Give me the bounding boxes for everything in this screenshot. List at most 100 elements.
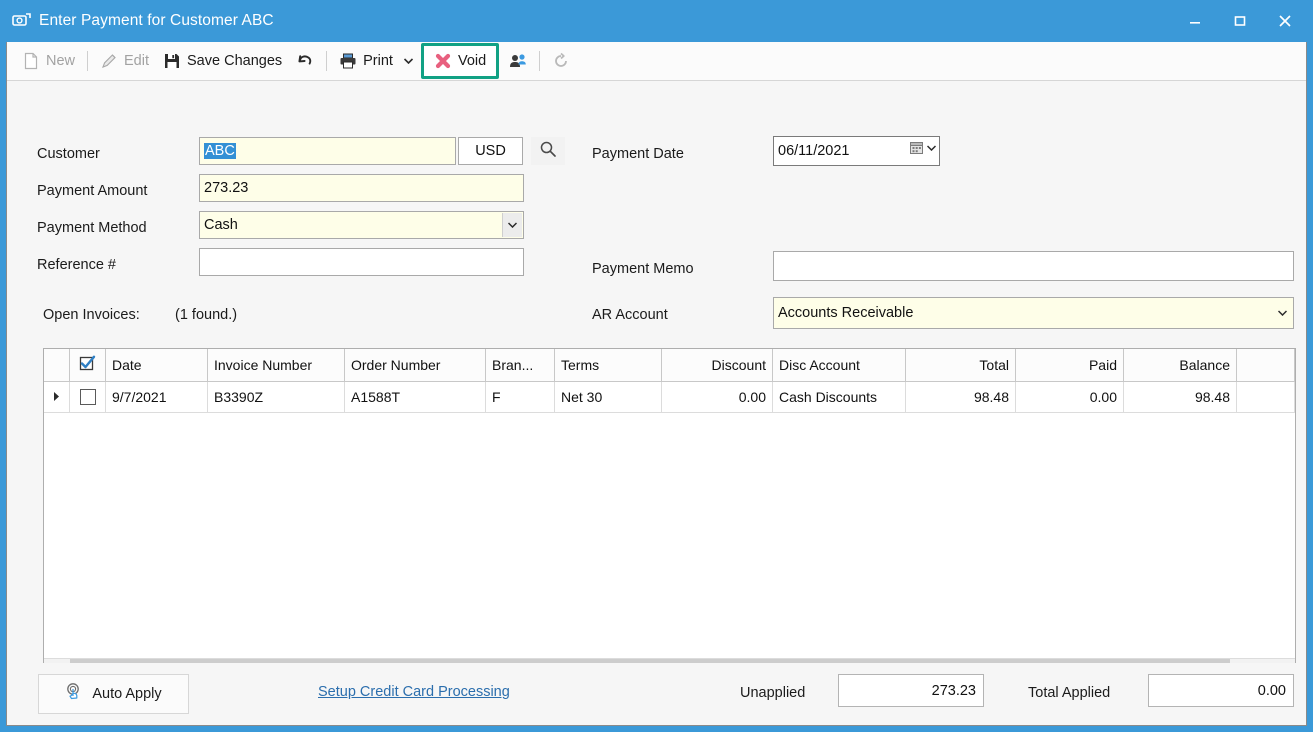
grid-header-order_number[interactable]: Order Number bbox=[345, 349, 486, 381]
edit-button-label: Edit bbox=[124, 53, 150, 69]
customer-button[interactable] bbox=[502, 47, 534, 75]
payment-amount-value: 273.23 bbox=[204, 180, 249, 196]
grid-cell-check[interactable] bbox=[70, 382, 106, 412]
application-window: Enter Payment for Customer ABC New Edit … bbox=[0, 0, 1313, 732]
payment-memo-input[interactable] bbox=[773, 251, 1294, 281]
auto-apply-button[interactable]: Auto Apply bbox=[38, 674, 189, 714]
unapplied-value-field[interactable]: 273.23 bbox=[838, 674, 984, 707]
footer-bar: Auto Apply Setup Credit Card Processing … bbox=[7, 663, 1306, 725]
payment-amount-input[interactable]: 273.23 bbox=[199, 174, 524, 202]
grid-header-invoice_number[interactable]: Invoice Number bbox=[208, 349, 345, 381]
grid-cell-indicator bbox=[44, 382, 70, 412]
grid-header-discount[interactable]: Discount bbox=[662, 349, 773, 381]
new-button-label: New bbox=[46, 53, 76, 69]
table-row[interactable]: 9/7/2021 B3390Z A1588T F Net 30 0.00 Cash Disc… bbox=[44, 382, 1295, 413]
payment-method-chevron-down-icon[interactable] bbox=[502, 213, 522, 237]
grid-cell-total: 98.48 bbox=[906, 382, 1016, 412]
open-invoices-grid: Date Invoice Number Order Number Bran... Ter… bbox=[43, 348, 1296, 693]
grid-header-branch[interactable]: Bran... bbox=[486, 349, 555, 381]
refresh-icon bbox=[552, 52, 570, 70]
grid-header-terms[interactable]: Terms bbox=[555, 349, 662, 381]
cash-payment-icon bbox=[12, 12, 32, 30]
grid-header-spacer[interactable] bbox=[1237, 349, 1295, 381]
edit-button[interactable]: Edit bbox=[93, 47, 156, 75]
toolbar-separator-3 bbox=[539, 51, 541, 71]
customer-input-value: ABC bbox=[204, 143, 236, 159]
grid-header-date[interactable]: Date bbox=[106, 349, 208, 381]
grid-cell-balance: 98.48 bbox=[1124, 382, 1237, 412]
undo-icon bbox=[296, 52, 314, 70]
setup-credit-card-processing-link[interactable]: Setup Credit Card Processing bbox=[318, 684, 510, 700]
grid-cell-discount: 0.00 bbox=[662, 382, 773, 412]
check-all-icon[interactable] bbox=[79, 355, 96, 375]
void-x-icon bbox=[434, 52, 452, 70]
customer-label: Customer bbox=[37, 146, 100, 162]
customer-icon bbox=[509, 52, 527, 70]
title-bar[interactable]: Enter Payment for Customer ABC bbox=[6, 0, 1307, 42]
reference-input[interactable] bbox=[199, 248, 524, 276]
payment-amount-label: Payment Amount bbox=[37, 183, 148, 199]
unapplied-value: 273.23 bbox=[931, 682, 976, 699]
save-changes-button[interactable]: Save Changes bbox=[156, 47, 289, 75]
grid-cell-order_number: A1588T bbox=[345, 382, 486, 412]
void-button-highlight: Void bbox=[420, 43, 500, 79]
grid-header-indicator[interactable] bbox=[44, 349, 70, 381]
total-applied-label: Total Applied bbox=[1028, 685, 1111, 701]
total-applied-value: 0.00 bbox=[1257, 682, 1286, 699]
hand-pointer-icon bbox=[65, 682, 85, 706]
minimize-icon[interactable] bbox=[1172, 0, 1217, 42]
calendar-icon[interactable] bbox=[909, 140, 936, 156]
grid-cell-branch: F bbox=[486, 382, 555, 412]
payment-date-value: 06/11/2021 bbox=[778, 143, 850, 159]
auto-apply-label: Auto Apply bbox=[92, 686, 162, 702]
grid-header-paid[interactable]: Paid bbox=[1016, 349, 1124, 381]
grid-cell-spacer bbox=[1237, 382, 1295, 412]
grid-cell-invoice_number: B3390Z bbox=[208, 382, 345, 412]
reference-label: Reference # bbox=[37, 257, 116, 273]
unapplied-label: Unapplied bbox=[740, 685, 806, 701]
row-checkbox[interactable] bbox=[79, 389, 96, 405]
payment-date-label: Payment Date bbox=[592, 146, 684, 162]
grid-cell-date: 9/7/2021 bbox=[106, 382, 208, 412]
new-button[interactable]: New bbox=[15, 47, 82, 75]
grid-header-total[interactable]: Total bbox=[906, 349, 1016, 381]
grid-header-balance[interactable]: Balance bbox=[1124, 349, 1237, 381]
customer-search-button[interactable] bbox=[531, 137, 565, 165]
grid-cell-disc_account: Cash Discounts bbox=[773, 382, 906, 412]
grid-cell-paid: 0.00 bbox=[1016, 382, 1124, 412]
customer-input[interactable]: ABC bbox=[199, 137, 456, 165]
void-button-label: Void bbox=[457, 53, 487, 69]
print-button[interactable]: Print bbox=[332, 47, 400, 75]
ar-account-chevron-down-icon[interactable] bbox=[1272, 299, 1292, 327]
refresh-button[interactable] bbox=[545, 47, 577, 75]
print-dropdown-chevron-down-icon[interactable] bbox=[400, 48, 418, 74]
currency-field[interactable]: USD bbox=[458, 137, 523, 165]
payment-method-label: Payment Method bbox=[37, 220, 147, 236]
grid-header-disc_account[interactable]: Disc Account bbox=[773, 349, 906, 381]
payment-date-input[interactable]: 06/11/2021 bbox=[773, 136, 940, 166]
toolbar-separator-2 bbox=[326, 51, 328, 71]
payment-memo-label: Payment Memo bbox=[592, 261, 694, 277]
grid-body: 9/7/2021 B3390Z A1588T F Net 30 0.00 Cash Disc… bbox=[44, 382, 1295, 659]
client-area: New Edit Save Changes Print Void Custome… bbox=[6, 42, 1307, 726]
ar-account-combo[interactable]: Accounts Receivable bbox=[773, 297, 1294, 329]
window-title: Enter Payment for Customer ABC bbox=[39, 12, 274, 29]
undo-button[interactable] bbox=[289, 47, 321, 75]
close-icon[interactable] bbox=[1262, 0, 1307, 42]
printer-icon bbox=[339, 52, 357, 70]
ar-account-value: Accounts Receivable bbox=[778, 305, 914, 321]
payment-method-combo[interactable]: Cash bbox=[199, 211, 524, 239]
total-applied-value-field[interactable]: 0.00 bbox=[1148, 674, 1294, 707]
grid-cell-terms: Net 30 bbox=[555, 382, 662, 412]
payment-method-value: Cash bbox=[204, 217, 238, 233]
maximize-icon[interactable] bbox=[1217, 0, 1262, 42]
save-disk-icon bbox=[163, 52, 181, 70]
void-button[interactable]: Void bbox=[426, 47, 494, 75]
row-selector-arrow-icon bbox=[52, 389, 61, 405]
new-document-icon bbox=[22, 52, 40, 70]
toolbar-separator bbox=[87, 51, 89, 71]
open-invoices-label: Open Invoices: bbox=[43, 307, 140, 323]
magnifier-icon bbox=[539, 140, 557, 163]
grid-header-check[interactable] bbox=[70, 349, 106, 381]
currency-value: USD bbox=[475, 143, 506, 159]
